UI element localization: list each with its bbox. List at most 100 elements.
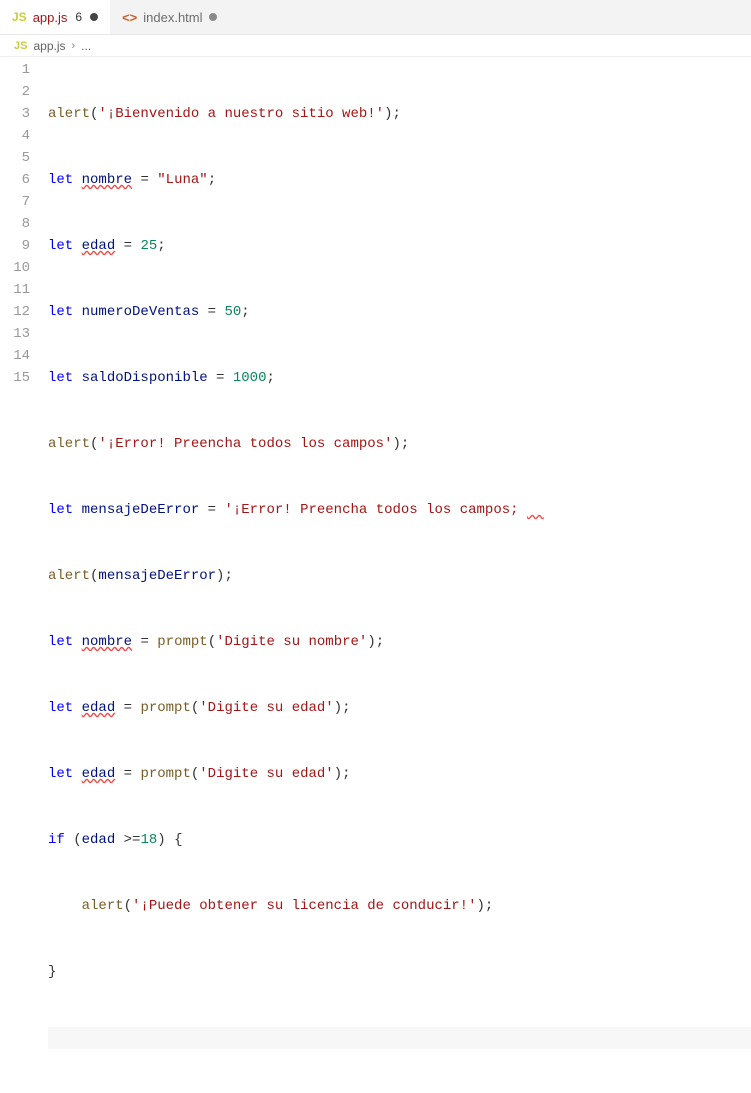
- token-punct: ;: [157, 238, 165, 254]
- token-punct: }: [48, 964, 56, 980]
- tab-index-html[interactable]: <> index.html: [110, 0, 228, 34]
- token-punct: (: [208, 634, 216, 650]
- token-punct: );: [216, 568, 233, 584]
- tabs-bar: JS app.js 6 <> index.html: [0, 0, 751, 35]
- line-number: 10: [0, 257, 30, 279]
- token-punct: );: [477, 898, 494, 914]
- token-kw: let: [48, 502, 73, 518]
- token-kw: if: [48, 832, 65, 848]
- chevron-right-icon: ›: [72, 40, 76, 52]
- breadcrumb-more: ...: [81, 39, 91, 53]
- token-kw: let: [48, 304, 73, 320]
- token-string: '¡Error! Preencha todos los campos;: [224, 502, 518, 518]
- token-fn: alert: [48, 106, 90, 122]
- js-icon: JS: [14, 40, 27, 52]
- token-fn: alert: [48, 436, 90, 452]
- token-kw: let: [48, 700, 73, 716]
- code-line[interactable]: let edad = 25;: [48, 235, 751, 257]
- code-line[interactable]: }: [48, 961, 751, 983]
- code-line[interactable]: alert('¡Error! Preencha todos los campos…: [48, 433, 751, 455]
- line-number: 4: [0, 125, 30, 147]
- js-icon: JS: [12, 10, 27, 24]
- token-op: =: [199, 502, 224, 518]
- code-line[interactable]: [48, 1027, 751, 1049]
- line-number: 8: [0, 213, 30, 235]
- token-op: =: [208, 370, 233, 386]
- line-number: 6: [0, 169, 30, 191]
- line-number: 13: [0, 323, 30, 345]
- token-punct: (: [65, 832, 82, 848]
- code-line[interactable]: let edad = prompt('Digite su edad');: [48, 697, 751, 719]
- token-var: numeroDeVentas: [82, 304, 200, 320]
- code-line[interactable]: alert(mensajeDeError);: [48, 565, 751, 587]
- token-op: >=: [115, 832, 140, 848]
- token-op: =: [132, 634, 157, 650]
- token-punct: );: [384, 106, 401, 122]
- line-number: 12: [0, 301, 30, 323]
- token-fn: alert: [48, 568, 90, 584]
- token-var: edad: [82, 832, 116, 848]
- indent: [48, 898, 82, 914]
- token-kw: let: [48, 238, 73, 254]
- code-line[interactable]: let nombre = prompt('Digite su nombre');: [48, 631, 751, 653]
- token-punct: );: [392, 436, 409, 452]
- code-line[interactable]: alert('¡Puede obtener su licencia de con…: [48, 895, 751, 917]
- code-line[interactable]: alert('¡Bienvenido a nuestro sitio web!'…: [48, 103, 751, 125]
- code-line[interactable]: let numeroDeVentas = 50;: [48, 301, 751, 323]
- token-punct: ;: [208, 172, 216, 188]
- token-var: saldoDisponible: [82, 370, 208, 386]
- breadcrumb-file: app.js: [33, 39, 65, 53]
- token-string: '¡Puede obtener su licencia de conducir!…: [132, 898, 476, 914]
- code-line[interactable]: let nombre = "Luna";: [48, 169, 751, 191]
- token-op: =: [115, 700, 140, 716]
- token-punct: (: [191, 766, 199, 782]
- token-num: 18: [140, 832, 157, 848]
- code-line[interactable]: if (edad >=18) {: [48, 829, 751, 851]
- line-number: 1: [0, 59, 30, 81]
- token-string: 'Digite su nombre': [216, 634, 367, 650]
- token-punct: ) {: [157, 832, 182, 848]
- token-punct: );: [367, 634, 384, 650]
- token-punct: ;: [241, 304, 249, 320]
- html-icon: <>: [122, 10, 137, 25]
- code-area[interactable]: alert ( '¡Bienvenido a nuestro sitio web!'…: [48, 57, 751, 1093]
- token-kw: let: [48, 370, 73, 386]
- token-var: nombre: [82, 172, 132, 188]
- code-line[interactable]: let mensajeDeError = '¡Error! Preencha t…: [48, 499, 751, 521]
- token-op: =: [132, 172, 157, 188]
- token-op: =: [115, 238, 140, 254]
- token-fn: prompt: [140, 700, 190, 716]
- token-var: nombre: [82, 634, 132, 650]
- token-punct: ;: [266, 370, 274, 386]
- code-line[interactable]: let edad = prompt('Digite su edad');: [48, 763, 751, 785]
- line-number: 14: [0, 345, 30, 367]
- breadcrumb[interactable]: JS app.js › ...: [0, 35, 751, 57]
- token-punct: );: [334, 766, 351, 782]
- token-kw: let: [48, 766, 73, 782]
- tab-app-js[interactable]: JS app.js 6: [0, 0, 110, 34]
- token-var: mensajeDeError: [98, 568, 216, 584]
- token-var: edad: [82, 766, 116, 782]
- token-string: 'Digite su edad': [199, 766, 333, 782]
- line-number: 5: [0, 147, 30, 169]
- line-number: 7: [0, 191, 30, 213]
- token-string: '¡Bienvenido a nuestro sitio web!': [98, 106, 384, 122]
- line-number: 11: [0, 279, 30, 301]
- token-fn: prompt: [157, 634, 207, 650]
- line-number: 2: [0, 81, 30, 103]
- token-num: 25: [140, 238, 157, 254]
- token-num: 50: [224, 304, 241, 320]
- code-editor[interactable]: 1 2 3 4 5 6 7 8 9 10 11 12 13 14 15 aler…: [0, 57, 751, 1093]
- token-var: edad: [82, 238, 116, 254]
- token-kw: let: [48, 172, 73, 188]
- code-line[interactable]: let saldoDisponible = 1000;: [48, 367, 751, 389]
- line-gutter: 1 2 3 4 5 6 7 8 9 10 11 12 13 14 15: [0, 57, 48, 1093]
- line-number: 15: [0, 367, 30, 389]
- token-op: =: [115, 766, 140, 782]
- token-op: =: [199, 304, 224, 320]
- modified-dot-icon: [209, 13, 217, 21]
- token-string: '¡Error! Preencha todos los campos': [98, 436, 392, 452]
- line-number: 3: [0, 103, 30, 125]
- modified-dot-icon: [90, 13, 98, 21]
- token-string: "Luna": [157, 172, 207, 188]
